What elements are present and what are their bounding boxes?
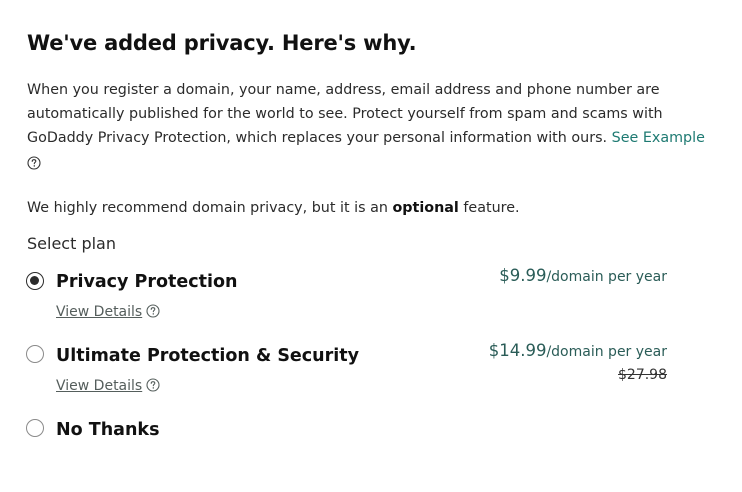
price-amount: $14.99 — [488, 341, 547, 360]
price-period: /domain per year — [546, 269, 667, 285]
recommendation-emphasis: optional — [392, 200, 459, 216]
ultimate-protection-label[interactable]: Ultimate Protection & Security — [56, 346, 359, 366]
question-circle-icon[interactable] — [27, 156, 41, 170]
privacy-protection-label[interactable]: Privacy Protection — [56, 272, 237, 292]
recommendation-text: We highly recommend domain privacy, but … — [27, 200, 520, 216]
intro-paragraph: When you register a domain, your name, a… — [27, 78, 717, 150]
view-details-text: View Details — [56, 378, 143, 394]
view-details-text: View Details — [56, 304, 143, 320]
select-plan-label: Select plan — [27, 234, 116, 253]
intro-text: When you register a domain, your name, a… — [27, 82, 663, 146]
see-example-link[interactable]: See Example — [612, 130, 705, 146]
recommendation-before: We highly recommend domain privacy, but … — [27, 200, 393, 216]
privacy-protection-radio[interactable] — [26, 272, 44, 290]
recommendation-after: feature. — [458, 200, 520, 216]
ultimate-protection-original-price: $27.98 — [618, 367, 667, 383]
question-circle-icon — [146, 378, 160, 392]
no-thanks-label[interactable]: No Thanks — [56, 420, 159, 440]
ultimate-protection-price: $14.99/domain per year — [489, 341, 667, 360]
no-thanks-radio[interactable] — [26, 419, 44, 437]
privacy-protection-details-link[interactable]: View Details — [56, 304, 160, 320]
privacy-protection-price: $9.99/domain per year — [499, 266, 667, 285]
ultimate-protection-radio[interactable] — [26, 345, 44, 363]
price-period: /domain per year — [546, 344, 667, 360]
price-amount: $9.99 — [499, 266, 547, 285]
ultimate-protection-details-link[interactable]: View Details — [56, 378, 160, 394]
page-title: We've added privacy. Here's why. — [27, 31, 417, 55]
question-circle-icon — [146, 304, 160, 318]
